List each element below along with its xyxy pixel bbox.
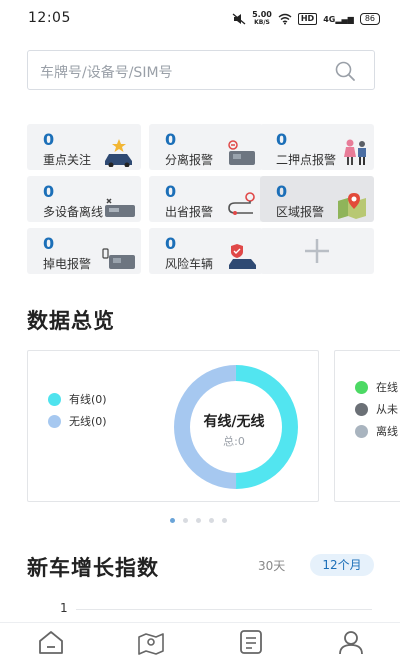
profile-icon[interactable] (336, 629, 366, 655)
range-12-months-tab[interactable]: 12个月 (310, 554, 374, 576)
quick-stats-grid: 0 重点关注 0 分离报警 0 二押点报警 0 多设备离线 0 出省报警 0 区… (27, 124, 374, 276)
legend-dot-never (355, 402, 368, 416)
legend-never: 从未 (355, 401, 398, 417)
status-icons: 5.00 KB/S HD 4G▂▄▆ 86 (232, 11, 380, 27)
legend-wired: 有线(0) (48, 391, 107, 407)
map-icon[interactable] (136, 629, 166, 655)
mute-icon (232, 13, 246, 25)
search-input[interactable]: 车牌号/设备号/SIM号 (27, 50, 375, 90)
status-time: 12:05 (28, 10, 71, 26)
status-bar: 12:05 5.00 KB/S HD 4G▂▄▆ 86 (0, 0, 400, 40)
tile-label: 分离报警 (165, 153, 214, 167)
legend-dot-wireless (48, 414, 61, 428)
tile-separation-alarm[interactable]: 0 分离报警 (149, 124, 263, 170)
car-offline-icon (105, 198, 135, 217)
y-axis-tick: 1 (60, 601, 68, 615)
pager-dot[interactable] (183, 518, 188, 523)
tile-count: 0 (43, 182, 55, 201)
battery-icon: 86 (359, 13, 380, 25)
tile-count: 0 (43, 234, 55, 253)
battery-car-icon (102, 248, 135, 269)
tile-count: 0 (43, 130, 55, 149)
tile-key-focus[interactable]: 0 重点关注 (27, 124, 141, 170)
car-shield-icon (229, 244, 256, 269)
grid-line (76, 609, 372, 610)
tile-label: 掉电报警 (43, 257, 92, 271)
wifi-icon (278, 13, 292, 25)
pager-dot[interactable] (222, 518, 227, 523)
donut-title: 有线/无线 (203, 414, 265, 430)
tile-label: 多设备离线 (43, 205, 104, 219)
overview-title: 数据总览 (27, 309, 115, 333)
legend-dot-online (355, 380, 368, 394)
plus-icon (305, 239, 329, 263)
legend-dot-offline (355, 424, 368, 438)
range-30-days-tab[interactable]: 30天 (258, 557, 285, 574)
tile-count: 0 (165, 182, 177, 201)
legend-online: 在线 (355, 379, 398, 395)
donut-total: 总:0 (223, 435, 245, 448)
tile-count: 0 (276, 182, 288, 201)
tile-count: 0 (276, 130, 288, 149)
tile-label: 区域报警 (276, 205, 325, 219)
carousel-pager[interactable] (170, 518, 227, 523)
add-shortcut-button[interactable] (260, 228, 374, 274)
network-speed: 5.00 KB/S (252, 10, 272, 27)
growth-title: 新车增长指数 (27, 556, 159, 580)
hd-badge: HD (297, 13, 318, 25)
online-status-card[interactable]: 在线 从未 离线 (334, 350, 400, 502)
tile-label: 二押点报警 (276, 153, 337, 167)
tile-multi-device-offline[interactable]: 0 多设备离线 (27, 176, 141, 222)
tile-count: 0 (165, 130, 177, 149)
tile-label: 重点关注 (43, 153, 92, 167)
legend-offline: 离线 (355, 423, 398, 439)
pager-dot[interactable] (170, 518, 175, 523)
search-icon[interactable] (334, 60, 356, 82)
home-icon[interactable] (36, 629, 66, 655)
tile-count: 0 (165, 234, 177, 253)
legend-wireless: 无线(0) (48, 413, 107, 429)
wired-wireless-card[interactable]: 有线(0) 无线(0) 有线/无线 总:0 (27, 350, 319, 502)
car-star-icon (105, 139, 132, 167)
map-pin-icon (338, 193, 366, 219)
tile-area-alarm[interactable]: 0 区域报警 (260, 176, 374, 222)
pager-dot[interactable] (196, 518, 201, 523)
tile-power-off-alarm[interactable]: 0 掉电报警 (27, 228, 141, 274)
tile-risk-vehicle[interactable]: 0 风险车辆 (149, 228, 263, 274)
signal-icon: 4G▂▄▆ (323, 14, 354, 24)
search-placeholder: 车牌号/设备号/SIM号 (40, 65, 173, 81)
bottom-tab-bar (0, 622, 400, 660)
list-icon[interactable] (236, 629, 266, 655)
pager-dot[interactable] (209, 518, 214, 523)
tile-pledge-point-alarm[interactable]: 0 二押点报警 (260, 124, 374, 170)
tile-label: 出省报警 (165, 205, 214, 219)
route-icon (228, 192, 255, 215)
tile-out-of-province-alarm[interactable]: 0 出省报警 (149, 176, 263, 222)
legend-dot-wired (48, 392, 61, 406)
tile-label: 风险车辆 (165, 257, 214, 271)
people-alert-icon (344, 139, 366, 165)
device-split-icon (228, 140, 255, 165)
